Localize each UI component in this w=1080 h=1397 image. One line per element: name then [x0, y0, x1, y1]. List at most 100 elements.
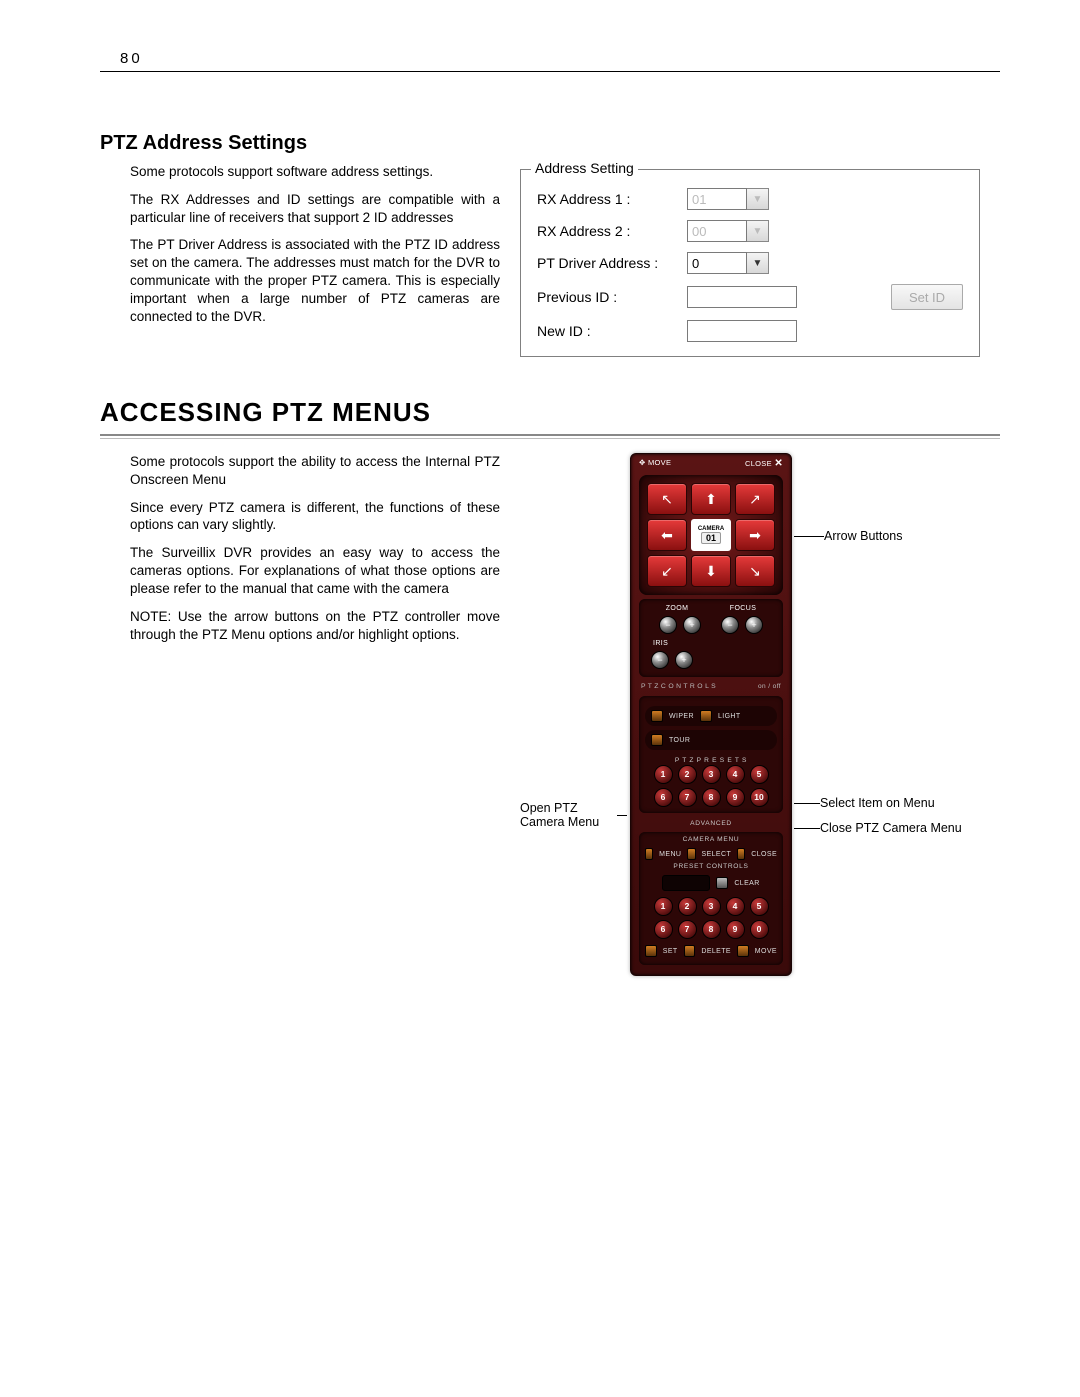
new-id-input[interactable]	[687, 320, 797, 342]
arrow-left-button[interactable]: ⬅	[647, 519, 687, 551]
pt-combo[interactable]: ▼	[687, 252, 769, 274]
rx2-combo[interactable]: ▼	[687, 220, 769, 242]
section2-p3: The Surveillix DVR provides an easy way …	[100, 544, 500, 597]
rx1-label: RX Address 1 :	[537, 191, 687, 207]
rx1-input[interactable]	[687, 188, 747, 210]
kp-9-button[interactable]: 9	[726, 920, 745, 939]
top-rule	[100, 71, 1000, 72]
prev-id-input[interactable]	[687, 286, 797, 308]
iris-close-button[interactable]: −	[651, 651, 669, 669]
section2-p2: Since every PTZ camera is different, the…	[100, 499, 500, 535]
dropdown-icon[interactable]: ▼	[747, 188, 769, 210]
close-icon[interactable]: ✕	[774, 458, 783, 469]
move-label: MOVE	[755, 948, 777, 955]
clear-button[interactable]	[716, 877, 728, 889]
callout-select-label: Select Item on Menu	[820, 796, 935, 810]
tour-button[interactable]	[651, 734, 663, 746]
new-id-label: New ID :	[537, 323, 687, 339]
iris-label: IRIS	[653, 640, 668, 647]
zoom-out-button[interactable]: −	[659, 616, 677, 634]
preset-1-button[interactable]: 1	[654, 765, 673, 784]
wiper-button[interactable]	[651, 710, 663, 722]
preset-8-button[interactable]: 8	[702, 788, 721, 807]
rx1-combo[interactable]: ▼	[687, 188, 769, 210]
preset-7-button[interactable]: 7	[678, 788, 697, 807]
onoff-label: on / off	[758, 683, 781, 690]
kp-4-button[interactable]: 4	[726, 897, 745, 916]
pt-input[interactable]	[687, 252, 747, 274]
kp-0-button[interactable]: 0	[750, 920, 769, 939]
preset-2-button[interactable]: 2	[678, 765, 697, 784]
callout-select: Select Item on Menu	[794, 796, 935, 810]
ptz-controller: ✥ MOVE CLOSE ✕ ↖ ⬆ ↗ ⬅ CAMERA 01 ➡	[630, 453, 792, 976]
preset-5-button[interactable]: 5	[750, 765, 769, 784]
rx2-input[interactable]	[687, 220, 747, 242]
section1-p3: The PT Driver Address is associated with…	[100, 236, 500, 325]
menus-text-column: Some protocols support the ability to ac…	[100, 453, 500, 653]
arrow-down-button[interactable]: ⬇	[691, 555, 731, 587]
preset-display	[662, 875, 710, 891]
iris-open-button[interactable]: +	[675, 651, 693, 669]
ptz-controls-label: P T Z C O N T R O L S	[641, 683, 716, 690]
callout-close: Close PTZ Camera Menu	[794, 821, 962, 835]
section2-p1: Some protocols support the ability to ac…	[100, 453, 500, 489]
preset-6-button[interactable]: 6	[654, 788, 673, 807]
close-menu-button[interactable]	[737, 848, 745, 860]
kp-2-button[interactable]: 2	[678, 897, 697, 916]
focus-label: FOCUS	[730, 605, 757, 612]
address-text-column: Some protocols support software address …	[100, 163, 500, 336]
dropdown-icon[interactable]: ▼	[747, 252, 769, 274]
advanced-label: ADVANCED	[631, 817, 791, 828]
close-btn-label: CLOSE	[751, 851, 777, 858]
tour-label: TOUR	[669, 737, 690, 744]
arrow-up-button[interactable]: ⬆	[691, 483, 731, 515]
kp-6-button[interactable]: 6	[654, 920, 673, 939]
pt-label: PT Driver Address :	[537, 255, 687, 271]
arrow-ne-button[interactable]: ↗	[735, 483, 775, 515]
preset-10-button[interactable]: 10	[750, 788, 769, 807]
select-button[interactable]	[687, 848, 695, 860]
callout-open: Open PTZ Camera Menu	[520, 801, 627, 829]
section1-p1: Some protocols support software address …	[100, 163, 500, 181]
camera-number-display: CAMERA 01	[691, 519, 731, 551]
callout-open-label: Open PTZ Camera Menu	[520, 801, 617, 829]
preset-controls-label: PRESET CONTROLS	[645, 860, 777, 871]
zoom-in-button[interactable]: +	[683, 616, 701, 634]
kp-5-button[interactable]: 5	[750, 897, 769, 916]
focus-in-button[interactable]: +	[745, 616, 763, 634]
arrow-se-button[interactable]: ↘	[735, 555, 775, 587]
kp-7-button[interactable]: 7	[678, 920, 697, 939]
set-id-button[interactable]: Set ID	[891, 284, 963, 310]
prev-id-label: Previous ID :	[537, 289, 687, 305]
controller-move-label: ✥ MOVE	[639, 458, 671, 469]
set-label: SET	[663, 948, 678, 955]
rx2-label: RX Address 2 :	[537, 223, 687, 239]
kp-8-button[interactable]: 8	[702, 920, 721, 939]
callout-arrows: Arrow Buttons	[794, 529, 903, 543]
light-button[interactable]	[700, 710, 712, 722]
preset-3-button[interactable]: 3	[702, 765, 721, 784]
menu-button[interactable]	[645, 848, 653, 860]
page-number: 80	[120, 50, 1000, 67]
dropdown-icon[interactable]: ▼	[747, 220, 769, 242]
kp-1-button[interactable]: 1	[654, 897, 673, 916]
callout-arrows-label: Arrow Buttons	[824, 529, 903, 543]
delete-button[interactable]	[684, 945, 696, 957]
preset-9-button[interactable]: 9	[726, 788, 745, 807]
move-button[interactable]	[737, 945, 749, 957]
set-button[interactable]	[645, 945, 657, 957]
preset-4-button[interactable]: 4	[726, 765, 745, 784]
select-btn-label: SELECT	[702, 851, 732, 858]
arrow-nw-button[interactable]: ↖	[647, 483, 687, 515]
arrow-right-button[interactable]: ➡	[735, 519, 775, 551]
arrow-sw-button[interactable]: ↙	[647, 555, 687, 587]
clear-label: CLEAR	[734, 880, 759, 887]
focus-out-button[interactable]: −	[721, 616, 739, 634]
kp-3-button[interactable]: 3	[702, 897, 721, 916]
callout-close-label: Close PTZ Camera Menu	[820, 821, 962, 835]
light-label: LIGHT	[718, 713, 741, 720]
controller-close-label[interactable]: CLOSE ✕	[745, 458, 783, 469]
double-rule	[100, 434, 1000, 439]
wiper-label: WIPER	[669, 713, 694, 720]
section1-p2: The RX Addresses and ID settings are com…	[100, 191, 500, 227]
